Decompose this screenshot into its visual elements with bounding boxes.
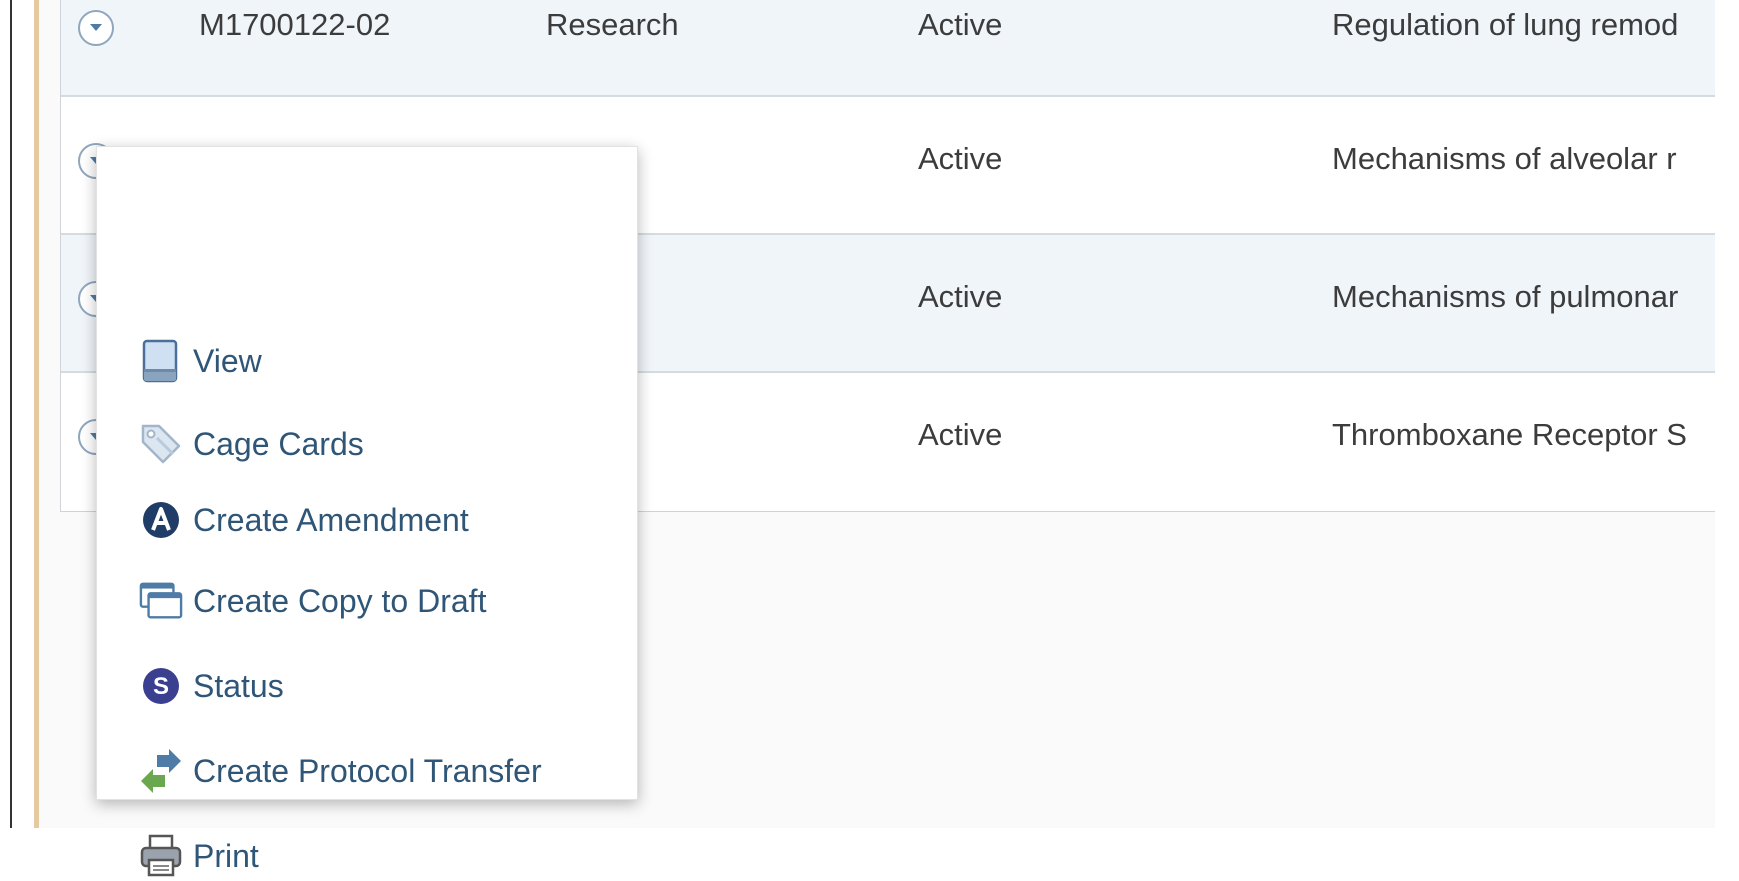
menu-item-label: Create Protocol Transfer [193,752,542,789]
protocol-title-cell: Mechanisms of alveolar r [1332,141,1677,176]
protocol-title-cell: Thromboxane Receptor S [1332,417,1687,452]
document-icon [139,339,183,383]
menu-item-label: Cage Cards [193,425,364,462]
protocol-title-cell: Mechanisms of pulmonar [1332,279,1679,314]
menu-item-cage-cards[interactable]: Cage Cards [139,419,364,469]
svg-text:S: S [153,673,169,700]
menu-item-label: Status [193,667,284,704]
menu-item-label: Create Copy to Draft [193,582,487,619]
table-row[interactable]: M1700122-02 Research Active Regulation o… [61,0,1716,97]
protocol-type-cell: Research [546,7,679,42]
menu-item-label: Create Amendment [193,501,469,538]
panel-right-edge [1715,0,1719,828]
transfer-arrows-icon [139,749,183,793]
protocol-status-cell: Active [918,417,1003,452]
menu-item-status[interactable]: S Status [139,661,284,711]
menu-item-create-protocol-transfer[interactable]: Create Protocol Transfer [139,746,542,796]
menu-item-view[interactable]: View [139,336,262,386]
row-actions-toggle-icon[interactable] [78,10,114,46]
menu-item-create-copy-to-draft[interactable]: Create Copy to Draft [139,576,486,626]
tag-icon [139,422,183,466]
menu-item-print[interactable]: Print [139,831,259,881]
copy-windows-icon [139,579,183,623]
window-left-border [10,0,12,828]
menu-item-label: View [193,342,262,379]
protocol-status-cell: Active [918,279,1003,314]
protocol-title-cell: Regulation of lung remod [1332,7,1679,42]
printer-icon [139,834,183,878]
protocol-status-cell: Active [918,141,1003,176]
menu-item-label: Print [193,837,259,874]
row-actions-menu: View Cage Cards Create Amendment Create … [96,146,638,877]
protocol-status-cell: Active [918,7,1003,42]
status-s-icon: S [139,664,183,708]
menu-item-create-amendment[interactable]: Create Amendment [139,495,469,545]
protocol-id-cell: M1700122-02 [199,7,391,42]
amendment-a-icon [139,498,183,542]
